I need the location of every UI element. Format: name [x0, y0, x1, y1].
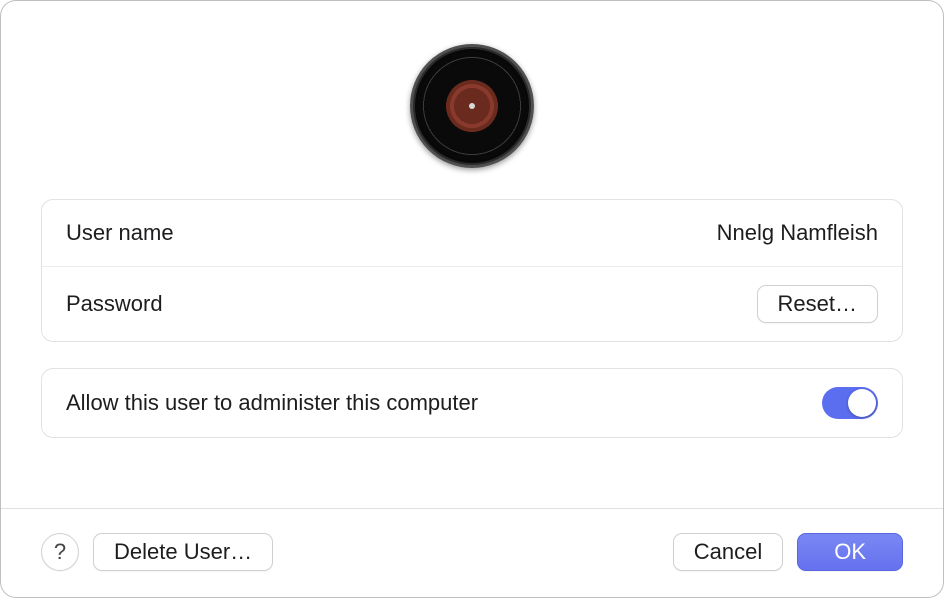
- ok-button[interactable]: OK: [797, 533, 903, 571]
- dialog-footer: ? Delete User… Cancel OK: [1, 509, 943, 597]
- password-row: Password Reset…: [42, 266, 902, 341]
- password-label: Password: [66, 291, 163, 317]
- reset-password-button[interactable]: Reset…: [757, 285, 878, 323]
- username-label: User name: [66, 220, 174, 246]
- avatar-container[interactable]: [407, 41, 537, 171]
- admin-section: Allow this user to administer this compu…: [41, 368, 903, 438]
- admin-toggle[interactable]: [822, 387, 878, 419]
- dialog-content: User name Nnelg Namfleish Password Reset…: [1, 1, 943, 498]
- help-button[interactable]: ?: [41, 533, 79, 571]
- user-avatar-vinyl-icon: [410, 44, 534, 168]
- toggle-knob: [848, 389, 876, 417]
- delete-user-button[interactable]: Delete User…: [93, 533, 273, 571]
- admin-row: Allow this user to administer this compu…: [42, 369, 902, 437]
- user-info-section: User name Nnelg Namfleish Password Reset…: [41, 199, 903, 342]
- username-value: Nnelg Namfleish: [717, 220, 878, 246]
- username-row: User name Nnelg Namfleish: [42, 200, 902, 266]
- user-settings-dialog: User name Nnelg Namfleish Password Reset…: [0, 0, 944, 598]
- cancel-button[interactable]: Cancel: [673, 533, 783, 571]
- admin-label: Allow this user to administer this compu…: [66, 390, 478, 416]
